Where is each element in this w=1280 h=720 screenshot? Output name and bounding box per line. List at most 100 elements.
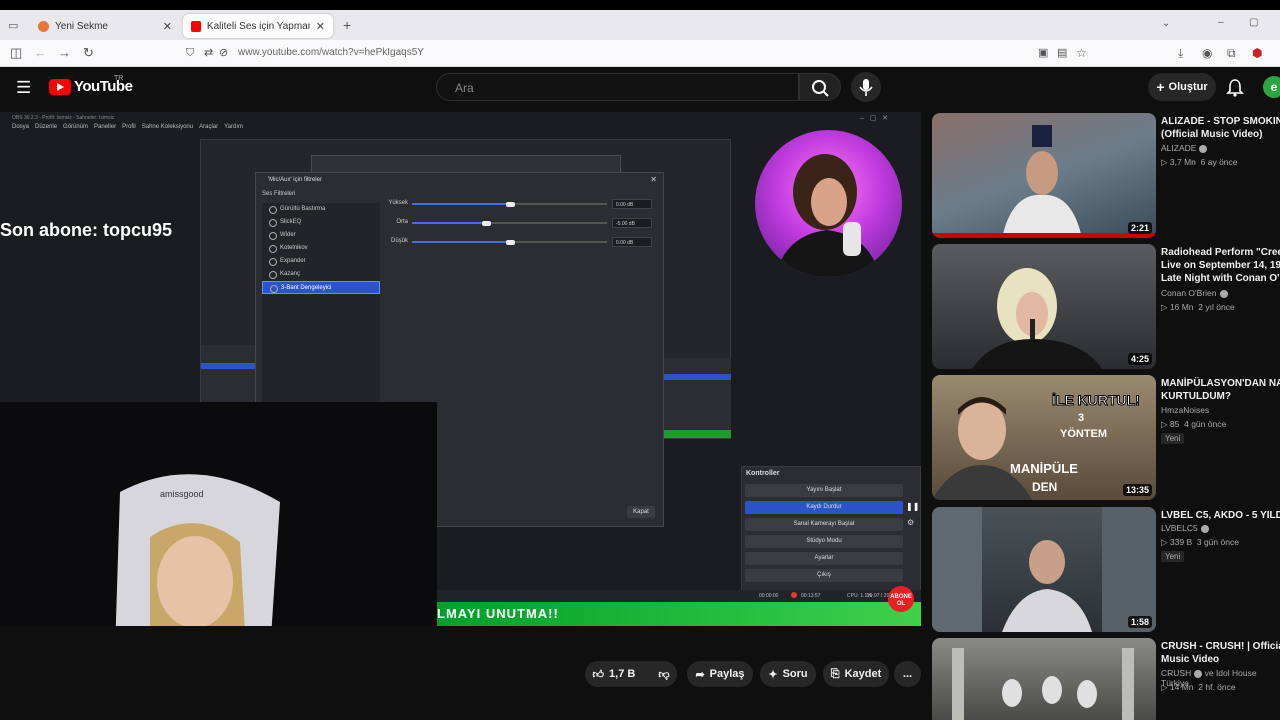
eq-label: Düşük — [390, 238, 408, 244]
eq-value-field[interactable]: 0.00 dB — [612, 199, 652, 209]
create-button[interactable]: + Oluştur — [1148, 73, 1216, 101]
video-thumbnail[interactable]: İLE KURTUL! 3 YÖNTEM MANİPÜLE DEN 13:35 — [932, 375, 1156, 500]
start-virtual-camera-button[interactable]: Sanal Kamerayı Başlat — [745, 518, 903, 531]
filter-item[interactable]: Kotelnikov — [262, 242, 380, 255]
search-button[interactable] — [799, 73, 841, 101]
eq-slider-handle[interactable] — [482, 220, 492, 226]
account-icon[interactable]: ◉ — [1202, 46, 1212, 60]
obs-window-title: OBS 30.2.3 - Profil: Isimsiz - Sahneler:… — [12, 115, 115, 121]
eq-slider-handle[interactable] — [505, 201, 515, 207]
filter-item[interactable]: Gürültü Bastırma — [262, 203, 380, 216]
voice-search-button[interactable] — [851, 72, 881, 102]
permissions-icon[interactable]: ⇄ — [204, 46, 213, 60]
video-thumbnail[interactable] — [932, 638, 1156, 720]
studio-mode-button[interactable]: Stüdyo Modu — [745, 535, 903, 548]
reminder-banner-text: LMAYI UNUTMA!! — [437, 606, 559, 621]
video-title[interactable]: Radiohead Perform "Creep"Live on Septemb… — [1161, 246, 1280, 285]
stop-recording-button[interactable]: Kaydı Durdur — [745, 501, 903, 514]
eq-slider-handle[interactable] — [505, 239, 515, 245]
exit-button[interactable]: Çıkış — [745, 569, 903, 582]
record-time: 00:13:57 — [801, 593, 821, 599]
addon-icon[interactable]: ⬢ — [1252, 46, 1262, 60]
like-button[interactable]: 👍︎ 1,7 B 👎︎ — [585, 661, 677, 687]
filter-item[interactable]: Expander — [262, 255, 380, 268]
video-thumbnail[interactable]: 4:25 — [932, 244, 1156, 369]
youtube-logo-icon[interactable] — [49, 79, 71, 95]
back-icon[interactable]: ← — [34, 46, 47, 60]
youtube-logo-text[interactable]: YouTube — [74, 78, 133, 95]
dialog-title: 'Mic/Aux' için filtreler — [268, 177, 322, 183]
channel-name[interactable]: HmzaNoises — [1161, 405, 1209, 415]
share-button[interactable]: ➦ Paylaş — [687, 661, 753, 687]
close-button[interactable]: Kapat — [627, 506, 655, 518]
shield-icon[interactable]: ⛉ — [186, 46, 194, 60]
url-field[interactable]: www.youtube.com/watch?v=hePkIgaqs5Y — [238, 47, 424, 58]
reload-icon[interactable]: ↻ — [83, 46, 94, 60]
video-title[interactable]: MANİPÜLASYON'DAN NASILKURTULDUM? — [1161, 377, 1280, 403]
recommendation-item[interactable]: 4:25 Radiohead Perform "Creep"Live on Se… — [932, 244, 1280, 369]
recommendation-item[interactable]: İLE KURTUL! 3 YÖNTEM MANİPÜLE DEN 13:35 … — [932, 375, 1280, 500]
minimize-icon[interactable]: – — [1218, 17, 1224, 28]
youtube-favicon — [191, 20, 201, 32]
share-label: Paylaş — [709, 668, 745, 680]
filter-item[interactable]: SlickEQ — [262, 216, 380, 229]
filter-item-selected[interactable]: 3-Bant Dengeleyici — [262, 281, 380, 294]
chair-logo-text: amissgood — [160, 489, 204, 499]
video-meta: ▷ 339 B 3 gün önce — [1161, 537, 1239, 547]
obs-controls-panel: Kontroller Yayını Başlat Kaydı Durdur Sa… — [741, 466, 921, 591]
video-title[interactable]: CRUSH - CRUSH! | Official Music Video — [1161, 640, 1280, 666]
avatar[interactable]: e — [1263, 76, 1280, 98]
video-duration: 13:35 — [1122, 484, 1152, 496]
eq-value-field[interactable]: -5.00 dB — [612, 218, 652, 228]
filter-item[interactable]: Kazanç — [262, 268, 380, 281]
plus-icon: + — [1156, 79, 1165, 95]
forward-icon[interactable]: → — [58, 46, 71, 60]
video-title[interactable]: ALIZADE - STOP SMOKING (Official Music Vi… — [1161, 115, 1280, 141]
new-tab-button[interactable]: + — [343, 17, 351, 33]
pause-icon[interactable]: ❚❚ — [906, 502, 919, 511]
close-icon[interactable]: ✕ — [163, 20, 172, 33]
recommendation-item[interactable]: 1:58 LVBEL C5, AKDO - 5 YILDIZ LVBELC5 ▷… — [932, 507, 1280, 632]
close-icon[interactable]: ✕ — [650, 175, 657, 184]
recommendation-item[interactable]: 2:21 ALIZADE - STOP SMOKING (Official Mus… — [932, 113, 1280, 238]
gear-icon[interactable]: ⚙ — [907, 518, 914, 527]
picture-in-picture-icon[interactable]: ▣ — [1038, 46, 1048, 60]
thumbnail-text: YÖNTEM — [1060, 427, 1107, 440]
lock-icon[interactable]: ⊘ — [219, 46, 228, 60]
notifications-bell-icon[interactable] — [1226, 78, 1244, 98]
video-thumbnail[interactable]: 1:58 — [932, 507, 1156, 632]
more-actions-button[interactable]: ... — [894, 661, 921, 687]
tab-bar: ▭ Yeni Sekme ✕ Kaliteli Ses için Yapman … — [0, 10, 1280, 40]
tab-list-icon[interactable]: ▭ — [8, 19, 18, 32]
start-streaming-button[interactable]: Yayını Başlat — [745, 484, 903, 497]
streamer-webcam-illustration: amissgood — [0, 402, 437, 626]
menu-icon[interactable]: ☰ — [16, 78, 31, 98]
channel-name[interactable]: Conan O'Brien — [1161, 288, 1228, 298]
save-button[interactable]: ⎘ Kaydet — [823, 661, 889, 687]
reader-view-icon[interactable]: ▤ — [1057, 46, 1067, 60]
video-thumbnail[interactable]: 2:21 — [932, 113, 1156, 238]
maximize-icon[interactable]: ▢ — [1249, 17, 1258, 28]
video-title[interactable]: LVBEL C5, AKDO - 5 YILDIZ — [1161, 509, 1280, 522]
thumbs-down-icon[interactable]: 👎︎ — [658, 668, 669, 681]
verified-icon — [1200, 524, 1209, 533]
bookmark-star-icon[interactable]: ☆ — [1076, 46, 1087, 60]
channel-name[interactable]: ALIZADE — [1161, 143, 1208, 153]
thumbnail-art: İLE KURTUL! 3 YÖNTEM MANİPÜLE DEN — [932, 392, 1140, 500]
recommendation-item[interactable]: CRUSH - CRUSH! | Official Music Video CRU… — [932, 638, 1280, 720]
window-top-edge — [0, 0, 1280, 10]
settings-button[interactable]: Ayarlar — [745, 552, 903, 565]
tab-youtube-video[interactable]: Kaliteli Ses için Yapman Gereken ✕ — [183, 14, 333, 38]
extensions-icon[interactable]: ⧉ — [1227, 46, 1236, 60]
ask-button[interactable]: ✦ Soru — [760, 661, 816, 687]
close-icon[interactable]: ✕ — [316, 20, 325, 33]
search-input[interactable]: Ara — [436, 73, 799, 101]
channel-name[interactable]: LVBELC5 — [1161, 523, 1209, 533]
video-player[interactable]: OBS 30.2.3 - Profil: Isimsiz - Sahneler:… — [0, 112, 921, 626]
tab-new-tab[interactable]: Yeni Sekme ✕ — [30, 14, 180, 38]
eq-value-field[interactable]: 0.00 dB — [612, 237, 652, 247]
filter-item[interactable]: Wider — [262, 229, 380, 242]
sidebar-icon[interactable]: ◫ — [10, 46, 22, 60]
download-icon[interactable]: ⤓ — [1178, 46, 1183, 60]
chevron-down-icon[interactable]: ⌄ — [1162, 18, 1170, 29]
